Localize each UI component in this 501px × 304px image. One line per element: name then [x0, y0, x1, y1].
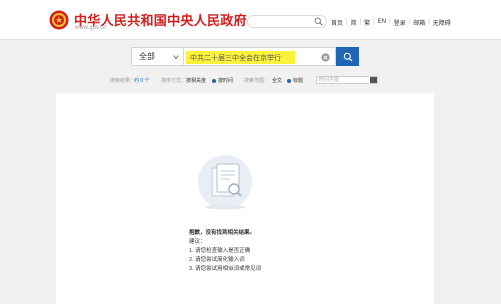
no-results-illustration-icon	[198, 155, 252, 210]
nav-separator: |	[346, 19, 348, 25]
search-filters: 搜索结果： 约 0 个 排序方式： 按相关度 按时间 搜索范围： 全文 标题 时…	[0, 76, 501, 86]
site-url: www.gov.cn	[75, 25, 107, 31]
date-range-select[interactable]: 时间不限	[316, 76, 378, 84]
search-query-input[interactable]	[190, 52, 320, 63]
sort-selected-dot	[212, 79, 216, 83]
date-range-value: 时间不限	[319, 77, 340, 83]
suggestion-item: 1. 请您检查输入是否正确	[189, 248, 251, 254]
header-search-input[interactable]	[254, 17, 312, 26]
nav-traditional[interactable]: 繁	[364, 18, 370, 27]
chevron-down-icon	[173, 55, 179, 60]
header-search-box[interactable]	[247, 15, 327, 28]
nav-login[interactable]: 登录	[394, 18, 406, 27]
suggestion-item: 3. 请您尝试用相似词或常见词	[189, 266, 262, 272]
result-count-label: 搜索结果：	[110, 78, 136, 84]
search-scope-dropdown[interactable]: 全部	[131, 47, 184, 66]
no-results-title: 抱歉，没有找到相关结果。	[189, 230, 256, 236]
nav-separator: |	[428, 19, 430, 25]
range-label: 搜索范围：	[244, 78, 270, 84]
top-navigation: 首页 | 简 | 繁 | EN | 登录 | 邮箱 | 无障碍	[331, 17, 451, 27]
search-query-box[interactable]	[184, 47, 336, 66]
nav-separator: |	[359, 19, 362, 25]
clear-icon[interactable]	[321, 53, 330, 62]
search-icon[interactable]	[314, 17, 323, 26]
nav-mail[interactable]: 邮箱	[413, 18, 425, 27]
nav-accessibility[interactable]: 无障碍	[433, 18, 451, 27]
result-count: 约 0 个	[134, 78, 150, 84]
nav-simplified[interactable]: 简	[351, 18, 357, 27]
search-scope-label: 全部	[139, 52, 155, 61]
sort-label: 排序方式：	[161, 78, 187, 84]
nav-separator: |	[408, 19, 411, 25]
range-selected-dot	[287, 79, 291, 83]
select-arrow-icon	[370, 77, 377, 83]
sort-option-time[interactable]: 按时间	[218, 77, 233, 84]
no-results-message: 抱歉，没有找到相关结果。 建议： 1. 请您检查输入是否正确 2. 请您尝试简化…	[189, 229, 261, 274]
site-header: 中华人民共和国中央人民政府 www.gov.cn 首页 | 简 | 繁 | EN…	[0, 0, 501, 40]
search-icon	[343, 52, 352, 61]
nav-home[interactable]: 首页	[331, 18, 343, 27]
search-button[interactable]	[336, 47, 359, 66]
sort-option-relevance[interactable]: 按相关度	[186, 77, 206, 84]
nav-separator: |	[373, 19, 375, 25]
range-option-fulltext[interactable]: 全文	[272, 77, 282, 84]
range-option-title[interactable]: 标题	[293, 77, 303, 84]
nav-english[interactable]: EN	[378, 19, 386, 25]
suggest-label: 建议：	[189, 239, 206, 245]
suggestion-item: 2. 请您尝试简化输入词	[189, 257, 245, 263]
nav-separator: |	[389, 19, 391, 25]
main-search-bar: 全部	[131, 47, 359, 66]
national-emblem-icon[interactable]	[49, 10, 69, 30]
results-panel: 抱歉，没有找到相关结果。 建议： 1. 请您检查输入是否正确 2. 请您尝试简化…	[56, 93, 434, 304]
